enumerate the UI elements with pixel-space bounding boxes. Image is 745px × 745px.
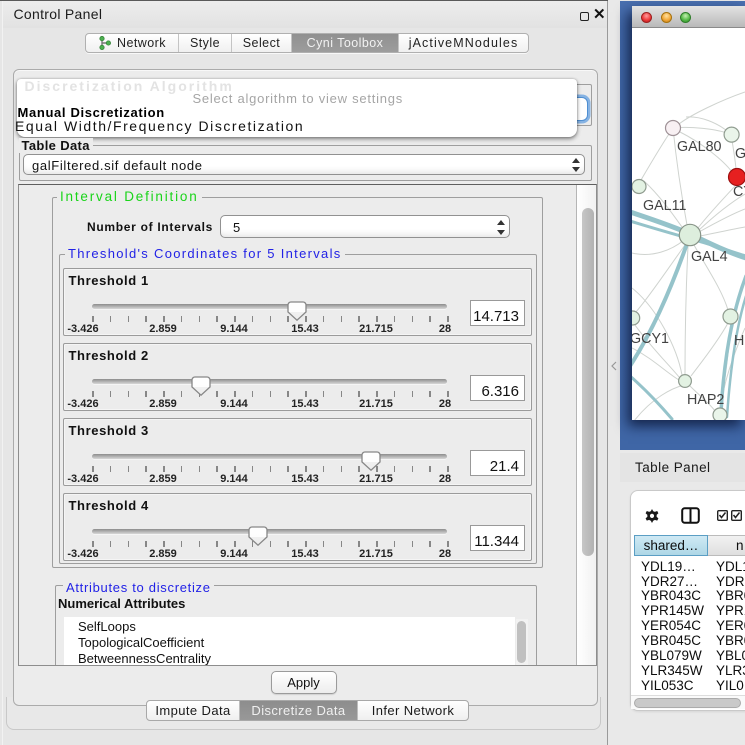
svg-text:CY: CY <box>733 184 745 200</box>
svg-text:HI: HI <box>734 333 745 349</box>
svg-text:GAL4: GAL4 <box>691 249 728 265</box>
svg-text:HAP2: HAP2 <box>687 392 724 408</box>
svg-text:GCY1: GCY1 <box>632 331 669 347</box>
svg-text:GAL80: GAL80 <box>677 139 722 155</box>
svg-text:GAL11: GAL11 <box>643 198 686 214</box>
svg-text:GA: GA <box>735 146 745 162</box>
